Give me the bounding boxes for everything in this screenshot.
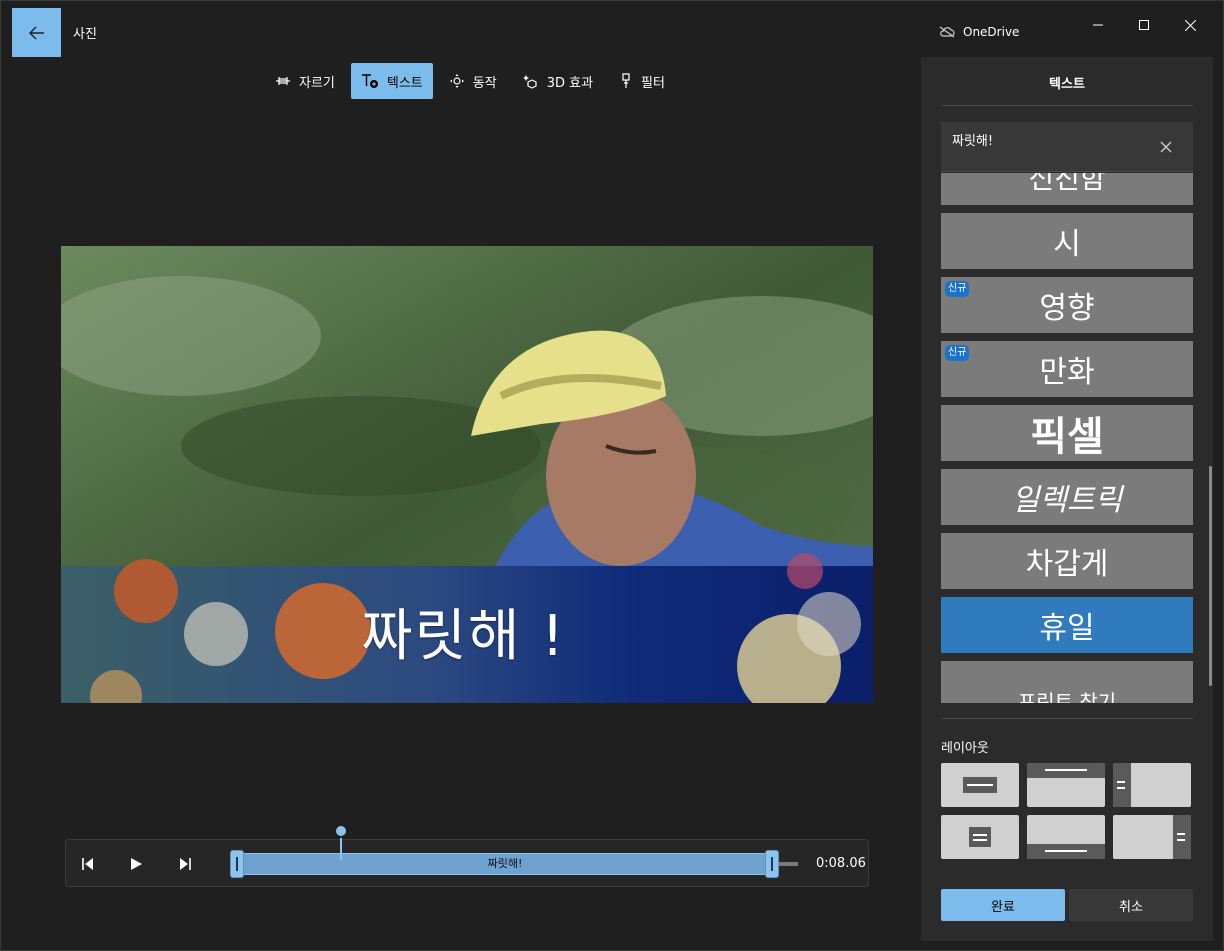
cloud-off-icon bbox=[939, 26, 955, 38]
style-option-selected[interactable]: 휴일 bbox=[941, 597, 1193, 653]
trim-icon bbox=[276, 77, 290, 85]
play-icon bbox=[131, 858, 142, 870]
style-option[interactable]: 신규 영향 bbox=[941, 277, 1193, 333]
clip-label: 짜릿해! bbox=[487, 857, 523, 870]
cancel-button[interactable]: 취소 bbox=[1069, 889, 1193, 921]
layout-center-small[interactable] bbox=[941, 815, 1019, 859]
tool-label: 필터 bbox=[641, 75, 665, 91]
tool-label: 자르기 bbox=[299, 75, 335, 91]
text-input[interactable]: 짜릿해! bbox=[941, 122, 1193, 172]
step-forward-icon bbox=[180, 858, 191, 870]
layout-left-icon bbox=[1113, 763, 1131, 807]
step-back-icon bbox=[82, 858, 93, 870]
layout-bottom-icon bbox=[1027, 844, 1105, 859]
layout-right[interactable] bbox=[1113, 815, 1191, 859]
app-title: 사진 bbox=[73, 27, 97, 42]
tool-label: 동작 bbox=[472, 75, 497, 91]
text-style-list: 신진함 시 신규 영향 신규 만화 픽셀 일렉트릭 차갑게 휴일 프린트 찾기 bbox=[941, 173, 1193, 703]
divider bbox=[941, 718, 1193, 719]
divider bbox=[941, 105, 1193, 106]
title-bar: 사진 OneDrive bbox=[1, 1, 1223, 57]
play-button[interactable] bbox=[124, 852, 148, 876]
minimize-button[interactable] bbox=[1075, 9, 1121, 41]
panel-title: 텍스트 bbox=[1049, 77, 1085, 92]
maximize-icon bbox=[1139, 20, 1149, 30]
layout-center[interactable] bbox=[941, 763, 1019, 807]
new-badge: 신규 bbox=[945, 281, 970, 297]
onedrive-label: OneDrive bbox=[963, 25, 1020, 39]
tool-label: 3D 효과 bbox=[546, 75, 594, 91]
range-start-handle[interactable] bbox=[230, 850, 244, 878]
motion-icon bbox=[449, 74, 464, 88]
3d-effects-icon bbox=[522, 75, 537, 89]
new-badge: 신규 bbox=[945, 345, 970, 361]
maximize-button[interactable] bbox=[1121, 9, 1167, 41]
layout-right-icon bbox=[1173, 815, 1191, 859]
layout-top-icon bbox=[1027, 763, 1105, 778]
tool-text[interactable]: 텍스트 bbox=[350, 63, 433, 99]
playhead-handle[interactable] bbox=[334, 824, 348, 838]
timeline: 짜릿해! 0:08.06 bbox=[65, 824, 869, 887]
tool-motion[interactable]: 동작 bbox=[439, 63, 507, 99]
back-button[interactable] bbox=[12, 8, 61, 57]
clear-text-icon[interactable] bbox=[1159, 140, 1173, 154]
onedrive-status[interactable]: OneDrive bbox=[939, 25, 1019, 39]
text-panel: 텍스트 짜릿해! 신진함 시 신규 영향 신규 만화 픽셀 일렉트릭 차갑게 휴… bbox=[921, 57, 1213, 941]
arrow-left-icon bbox=[28, 26, 44, 39]
tool-trim[interactable]: 자르기 bbox=[265, 63, 345, 99]
layout-center-icon bbox=[963, 777, 997, 793]
style-option[interactable]: 차갑게 bbox=[941, 533, 1193, 589]
style-option[interactable]: 신진함 bbox=[941, 173, 1193, 205]
tool-filter[interactable]: 필터 bbox=[609, 63, 675, 99]
minimize-icon bbox=[1093, 24, 1103, 26]
style-option[interactable]: 시 bbox=[941, 213, 1193, 269]
tool-3d-effects[interactable]: 3D 효과 bbox=[513, 63, 603, 99]
text-add-icon bbox=[361, 74, 378, 88]
layout-bottom[interactable] bbox=[1027, 815, 1105, 859]
text-input-value: 짜릿해! bbox=[952, 134, 994, 149]
step-forward-button[interactable] bbox=[173, 852, 197, 876]
layout-label: 레이아웃 bbox=[941, 741, 989, 756]
layout-left[interactable] bbox=[1113, 763, 1191, 807]
close-icon bbox=[1184, 19, 1196, 31]
photos-window: 사진 OneDrive 자르기 텍스트 동작 3D 효과 필터 짜릿해 ! 짜릿… bbox=[0, 0, 1224, 951]
layout-top[interactable] bbox=[1027, 763, 1105, 807]
step-back-button[interactable] bbox=[76, 852, 100, 876]
style-option[interactable]: 픽셀 bbox=[941, 405, 1193, 461]
range-end-handle[interactable] bbox=[765, 850, 779, 878]
done-button[interactable]: 완료 bbox=[941, 889, 1065, 921]
playhead-line bbox=[340, 836, 342, 860]
style-option[interactable]: 프린트 찾기 bbox=[941, 661, 1193, 703]
video-preview[interactable]: 짜릿해 ! bbox=[61, 246, 873, 703]
filter-icon bbox=[622, 73, 630, 88]
text-overlay[interactable]: 짜릿해 ! bbox=[361, 591, 566, 672]
layout-center-small-icon bbox=[969, 827, 991, 847]
time-readout: 0:08.06 bbox=[816, 856, 866, 871]
edit-toolbar: 자르기 텍스트 동작 3D 효과 필터 bbox=[265, 63, 675, 99]
style-list-scrollbar[interactable] bbox=[1209, 466, 1212, 686]
style-option[interactable]: 신규 만화 bbox=[941, 341, 1193, 397]
tool-label: 텍스트 bbox=[386, 75, 423, 91]
close-button[interactable] bbox=[1167, 9, 1213, 41]
style-option[interactable]: 일렉트릭 bbox=[941, 469, 1193, 525]
